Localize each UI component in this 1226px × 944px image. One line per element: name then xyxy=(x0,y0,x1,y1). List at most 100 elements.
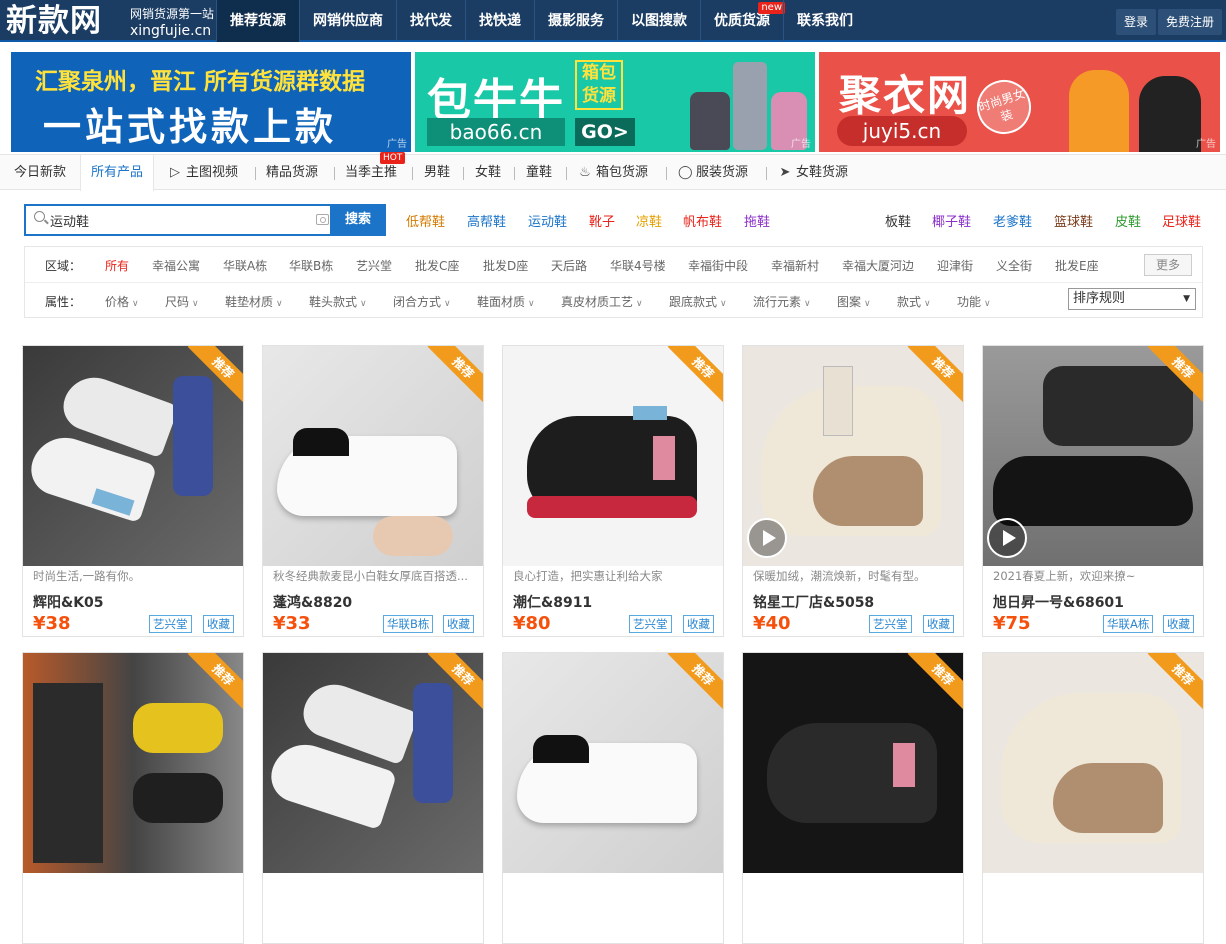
product-shop[interactable]: 蓬鸿&8820 xyxy=(273,592,352,612)
keyword-skate[interactable]: 板鞋 xyxy=(885,211,911,230)
region-option[interactable]: 批发C座 xyxy=(415,257,459,274)
keyword-dad-shoes[interactable]: 老爹鞋 xyxy=(993,211,1032,230)
nav-suppliers[interactable]: 网销供应商 xyxy=(299,0,396,42)
search-input[interactable] xyxy=(50,206,306,234)
product-image[interactable]: 推荐 xyxy=(743,653,963,873)
product-card[interactable]: 推荐 xyxy=(502,652,724,944)
keyword-yeezy[interactable]: 椰子鞋 xyxy=(932,211,971,230)
video-play-icon[interactable] xyxy=(747,518,787,558)
nav-recommended[interactable]: 推荐货源 xyxy=(216,0,299,42)
region-option[interactable]: 幸福新村 xyxy=(771,257,819,274)
tab-video[interactable]: ▷ 主图视频 xyxy=(168,155,238,191)
product-card[interactable]: 推荐 xyxy=(262,652,484,944)
product-card[interactable]: 推荐 xyxy=(742,652,964,944)
favorite-button[interactable]: 收藏 xyxy=(923,615,954,633)
product-shop[interactable]: 旭日昇一号&68601 xyxy=(993,592,1124,612)
region-option[interactable]: 华联4号楼 xyxy=(610,257,666,274)
more-regions-button[interactable]: 更多 xyxy=(1144,254,1192,276)
banner2-go-button[interactable]: GO> xyxy=(575,118,635,146)
product-card[interactable]: 推荐 xyxy=(982,652,1204,944)
attr-dropdown[interactable]: 功能 ∨ xyxy=(957,293,991,310)
region-option[interactable]: 华联B栋 xyxy=(289,257,333,274)
region-option[interactable]: 义全街 xyxy=(996,257,1032,274)
tab-bags[interactable]: ♨ 箱包货源 xyxy=(578,155,648,191)
nav-contact[interactable]: 联系我们 xyxy=(783,0,866,42)
region-option[interactable]: 天后路 xyxy=(551,257,587,274)
search-button[interactable]: 搜索 xyxy=(330,204,386,236)
area-tag[interactable]: 艺兴堂 xyxy=(869,615,912,633)
region-option[interactable]: 所有 xyxy=(105,257,129,274)
tab-today-new[interactable]: 今日新款 xyxy=(14,155,66,191)
tab-all-products[interactable]: 所有产品 xyxy=(80,155,155,191)
site-logo[interactable]: 新款网 网销货源第一站 xingfujie.cn xyxy=(6,3,214,39)
camera-icon[interactable] xyxy=(316,214,329,225)
product-image[interactable]: 推荐 xyxy=(23,653,243,873)
product-image[interactable]: 推荐 xyxy=(743,346,963,566)
keyword-sports[interactable]: 运动鞋 xyxy=(528,211,567,230)
favorite-button[interactable]: 收藏 xyxy=(443,615,474,633)
attr-dropdown[interactable]: 跟底款式 ∨ xyxy=(669,293,727,310)
area-tag[interactable]: 华联A栋 xyxy=(1103,615,1154,633)
nav-image-search[interactable]: 以图搜款 xyxy=(617,0,700,42)
attr-dropdown[interactable]: 鞋垫材质 ∨ xyxy=(225,293,283,310)
area-tag[interactable]: 艺兴堂 xyxy=(149,615,192,633)
attr-dropdown[interactable]: 图案 ∨ xyxy=(837,293,871,310)
product-image[interactable]: 推荐 xyxy=(23,346,243,566)
product-image[interactable]: 推荐 xyxy=(503,653,723,873)
tab-premium[interactable]: 精品货源 xyxy=(266,155,318,191)
keyword-basketball[interactable]: 篮球鞋 xyxy=(1054,211,1093,230)
nav-dropship[interactable]: 找代发 xyxy=(396,0,465,42)
product-card[interactable]: 推荐 保暖加绒，潮流焕新，时髦有型。 铭星工厂店&5058 ¥40 艺兴堂 收藏 xyxy=(742,345,964,637)
region-option[interactable]: 迎津街 xyxy=(937,257,973,274)
area-tag[interactable]: 艺兴堂 xyxy=(629,615,672,633)
product-shop[interactable]: 潮仁&8911 xyxy=(513,592,592,612)
favorite-button[interactable]: 收藏 xyxy=(1163,615,1194,633)
attr-dropdown[interactable]: 尺码 ∨ xyxy=(165,293,199,310)
region-option[interactable]: 艺兴堂 xyxy=(356,257,392,274)
keyword-high-top[interactable]: 高帮鞋 xyxy=(467,211,506,230)
tab-women-shoes[interactable]: 女鞋 xyxy=(475,155,501,191)
attr-dropdown[interactable]: 价格 ∨ xyxy=(105,293,139,310)
product-card[interactable]: 推荐 秋冬经典款麦昆小白鞋女厚底百搭透... 蓬鸿&8820 ¥33 华联B栋 … xyxy=(262,345,484,637)
product-image[interactable]: 推荐 xyxy=(983,346,1203,566)
region-option[interactable]: 批发D座 xyxy=(483,257,528,274)
product-image[interactable]: 推荐 xyxy=(983,653,1203,873)
keyword-boots[interactable]: 靴子 xyxy=(589,211,615,230)
sort-select[interactable]: 排序规则 ▼ xyxy=(1068,288,1196,310)
nav-photography[interactable]: 摄影服务 xyxy=(534,0,617,42)
keyword-leather[interactable]: 皮鞋 xyxy=(1115,211,1141,230)
tab-women-shoe-sources[interactable]: ➤ 女鞋货源 xyxy=(778,155,848,191)
product-shop[interactable]: 辉阳&K05 xyxy=(33,592,104,612)
keyword-sandals[interactable]: 凉鞋 xyxy=(636,211,662,230)
product-image[interactable]: 推荐 xyxy=(263,346,483,566)
banner-quanzhou[interactable]: 汇聚泉州，晋江 所有货源群数据 一站式找款上款 广告 xyxy=(11,52,411,152)
nav-quality-sources[interactable]: 优质货源 new xyxy=(700,0,785,42)
attr-dropdown[interactable]: 鞋面材质 ∨ xyxy=(477,293,535,310)
product-image[interactable]: 推荐 xyxy=(263,653,483,873)
attr-dropdown[interactable]: 款式 ∨ xyxy=(897,293,931,310)
product-card[interactable]: 推荐 xyxy=(22,652,244,944)
favorite-button[interactable]: 收藏 xyxy=(683,615,714,633)
nav-express[interactable]: 找快递 xyxy=(465,0,534,42)
register-button[interactable]: 免费注册 xyxy=(1157,9,1222,35)
tab-clothing[interactable]: ◯ 服装货源 xyxy=(678,155,748,191)
banner-bao66[interactable]: 包牛牛 箱包货源 bao66.cn GO> 广告 xyxy=(415,52,815,152)
attr-dropdown[interactable]: 闭合方式 ∨ xyxy=(393,293,451,310)
product-card[interactable]: 推荐 时尚生活,一路有你。 辉阳&K05 ¥38 艺兴堂 收藏 xyxy=(22,345,244,637)
tab-kids-shoes[interactable]: 童鞋 xyxy=(526,155,552,191)
product-card[interactable]: 推荐 良心打造，把实惠让利给大家 潮仁&8911 ¥80 艺兴堂 收藏 xyxy=(502,345,724,637)
product-card[interactable]: 推荐 2021春夏上新，欢迎来撩~ 旭日昇一号&68601 ¥75 华联A栋 收… xyxy=(982,345,1204,637)
product-shop[interactable]: 铭星工厂店&5058 xyxy=(753,592,874,612)
attr-dropdown[interactable]: 鞋头款式 ∨ xyxy=(309,293,367,310)
region-option[interactable]: 幸福大厦河边 xyxy=(842,257,914,274)
attr-dropdown[interactable]: 真皮材质工艺 ∨ xyxy=(561,293,643,310)
keyword-canvas[interactable]: 帆布鞋 xyxy=(683,211,722,230)
tab-men-shoes[interactable]: 男鞋 xyxy=(424,155,450,191)
favorite-button[interactable]: 收藏 xyxy=(203,615,234,633)
banner-juyi5[interactable]: 聚衣网 juyi5.cn 时尚男女装 广告 xyxy=(819,52,1220,152)
region-option[interactable]: 幸福公寓 xyxy=(152,257,200,274)
video-play-icon[interactable] xyxy=(987,518,1027,558)
keyword-football[interactable]: 足球鞋 xyxy=(1162,211,1201,230)
login-button[interactable]: 登录 xyxy=(1115,9,1156,35)
keyword-slippers[interactable]: 拖鞋 xyxy=(744,211,770,230)
